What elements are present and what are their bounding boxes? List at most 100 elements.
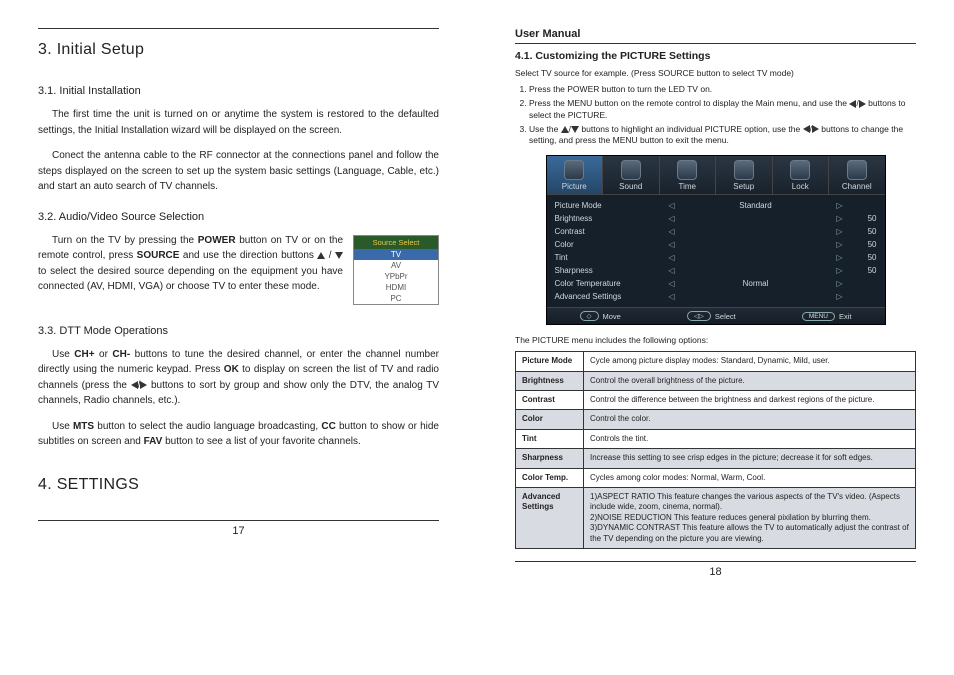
- fav-label: FAV: [144, 436, 163, 447]
- arrow-left-icon: [131, 381, 138, 389]
- tab-icon: [734, 160, 754, 180]
- arrow-left-icon: [803, 125, 810, 133]
- t: button to select the audio language broa…: [94, 421, 321, 432]
- mts-label: MTS: [73, 421, 94, 432]
- chminus-label: CH-: [112, 349, 130, 360]
- tab-icon: [564, 160, 584, 180]
- page-number-left: 17: [38, 525, 439, 537]
- cc-label: CC: [321, 421, 335, 432]
- option-value: 1)ASPECT RATIO This feature changes the …: [584, 487, 916, 548]
- t: Move: [603, 312, 621, 321]
- tab-icon: [790, 160, 810, 180]
- osd-body: Picture Mode◁Standard▷Brightness◁▷50Cont…: [547, 195, 885, 307]
- source-label: SOURCE: [137, 250, 180, 261]
- nav-icon: ◇: [580, 311, 599, 321]
- options-intro: The PICTURE menu includes the following …: [515, 335, 916, 347]
- t: Use: [52, 349, 74, 360]
- page-right: User Manual 4.1. Customizing the PICTURE…: [477, 0, 954, 675]
- tab-icon: [621, 160, 641, 180]
- osd-footer: ◇ Move ◁▷ Select MENU Exit: [547, 307, 885, 324]
- option-value: Cycles among color modes: Normal, Warm, …: [584, 468, 916, 487]
- rule-bottom: [515, 561, 916, 562]
- heading-3-2: 3.2. Audio/Video Source Selection: [38, 211, 439, 223]
- rule-bottom: [38, 520, 439, 521]
- t: Exit: [839, 312, 852, 321]
- osd-row: Color◁▷50: [555, 238, 877, 251]
- t: Use the: [529, 124, 561, 134]
- osd-tab-sound: Sound: [603, 156, 660, 194]
- nav-icon: ◁▷: [687, 311, 711, 321]
- osd-menu: PictureSoundTimeSetupLockChannel Picture…: [546, 155, 886, 325]
- table-row: TintControls the tint.: [516, 429, 916, 448]
- option-key: Brightness: [516, 371, 584, 390]
- option-key: Contrast: [516, 391, 584, 410]
- header-user-manual: User Manual: [515, 28, 916, 44]
- table-row: SharpnessIncrease this setting to see cr…: [516, 449, 916, 468]
- osd-select: ◁▷ Select: [687, 311, 736, 321]
- source-option-pc: PC: [354, 293, 438, 304]
- table-row: BrightnessControl the overall brightness…: [516, 371, 916, 390]
- option-key: Sharpness: [516, 449, 584, 468]
- heading-4-1: 4.1. Customizing the PICTURE Settings: [515, 50, 916, 62]
- source-option-ypbpr: YPbPr: [354, 271, 438, 282]
- para-3-3-b: Use MTS button to select the audio langu…: [38, 419, 439, 450]
- para-3-3-a: Use CH+ or CH- buttons to tune the desir…: [38, 347, 439, 409]
- arrow-down-icon: [571, 126, 579, 133]
- osd-tab-lock: Lock: [773, 156, 830, 194]
- arrow-right-icon: [812, 125, 819, 133]
- option-key: Color: [516, 410, 584, 429]
- rule-top: [38, 28, 439, 29]
- arrow-up-icon: [561, 126, 569, 133]
- t: to select the desired source depending o…: [38, 266, 343, 293]
- osd-tab-channel: Channel: [829, 156, 885, 194]
- tab-icon: [677, 160, 697, 180]
- steps-list: Press the POWER button to turn the LED T…: [515, 84, 916, 147]
- option-value: Control the difference between the brigh…: [584, 391, 916, 410]
- para-3-1-a: The first time the unit is turned on or …: [38, 107, 439, 138]
- osd-tab-setup: Setup: [716, 156, 773, 194]
- options-table: Picture ModeCycle among picture display …: [515, 351, 916, 549]
- t: buttons to highlight an individual PICTU…: [581, 124, 802, 134]
- osd-tab-picture: Picture: [547, 156, 604, 194]
- source-select-header: Source Select: [354, 236, 438, 249]
- osd-row: Advanced Settings◁▷: [555, 290, 877, 303]
- osd-row: Color Temperature◁Normal▷: [555, 277, 877, 290]
- option-key: Advanced Settings: [516, 487, 584, 548]
- table-row: ColorControl the color.: [516, 410, 916, 429]
- menu-pill: MENU: [802, 312, 835, 321]
- intro-4-1: Select TV source for example. (Press SOU…: [515, 68, 916, 80]
- table-row: ContrastControl the difference between t…: [516, 391, 916, 410]
- step-2: Press the MENU button on the remote cont…: [529, 98, 916, 122]
- option-value: Control the overall brightness of the pi…: [584, 371, 916, 390]
- ok-label: OK: [224, 364, 239, 375]
- page-left: 3. Initial Setup 3.1. Initial Installati…: [0, 0, 477, 675]
- arrow-right-icon: [859, 100, 866, 108]
- table-row: Color Temp.Cycles among color modes: Nor…: [516, 468, 916, 487]
- tab-icon: [847, 160, 867, 180]
- option-value: Increase this setting to see crisp edges…: [584, 449, 916, 468]
- arrow-left-icon: [849, 100, 856, 108]
- osd-row: Picture Mode◁Standard▷: [555, 199, 877, 212]
- source-option-tv: TV: [354, 249, 438, 260]
- t: or: [95, 349, 113, 360]
- option-value: Cycle among picture display modes: Stand…: [584, 352, 916, 371]
- option-key: Picture Mode: [516, 352, 584, 371]
- t: Select: [715, 312, 736, 321]
- heading-3-3: 3.3. DTT Mode Operations: [38, 325, 439, 337]
- t: Press the MENU button on the remote cont…: [529, 98, 849, 108]
- table-row: Picture ModeCycle among picture display …: [516, 352, 916, 371]
- t: Turn on the TV by pressing the: [52, 235, 198, 246]
- heading-initial-setup: 3. Initial Setup: [38, 41, 439, 59]
- t: button to see a list of your favorite ch…: [162, 436, 360, 447]
- option-value: Controls the tint.: [584, 429, 916, 448]
- arrow-up-icon: [317, 252, 325, 259]
- power-label: POWER: [198, 235, 236, 246]
- t: Use: [52, 421, 73, 432]
- heading-3-1: 3.1. Initial Installation: [38, 85, 439, 97]
- osd-row: Brightness◁▷50: [555, 212, 877, 225]
- option-key: Color Temp.: [516, 468, 584, 487]
- option-value: Control the color.: [584, 410, 916, 429]
- source-option-hdmi: HDMI: [354, 282, 438, 293]
- step-3: Use the / buttons to highlight an indivi…: [529, 124, 916, 148]
- arrow-down-icon: [335, 252, 343, 259]
